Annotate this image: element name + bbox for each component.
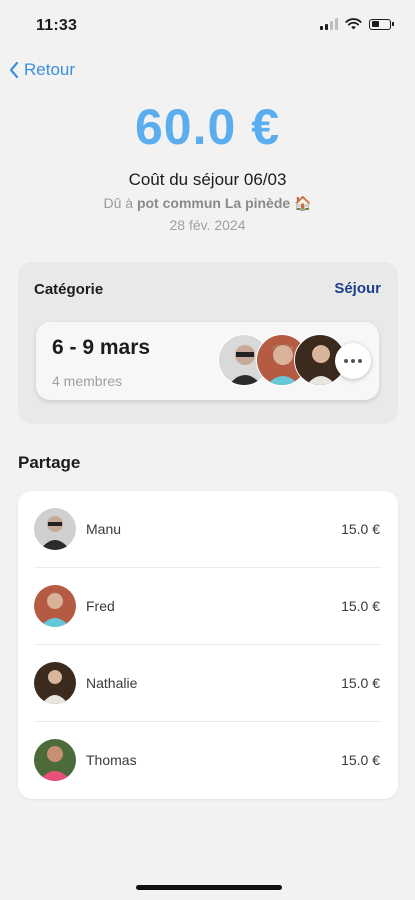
category-value-link[interactable]: Séjour: [334, 280, 381, 297]
share-list: Manu 15.0 € Fred 15.0 € Nathalie 15.0 € …: [18, 491, 398, 799]
due-recipient: pot commun La pinède: [136, 195, 291, 211]
status-time: 11:33: [36, 17, 78, 34]
status-icons: [320, 18, 394, 30]
expense-amount: 60.0 €: [134, 99, 280, 155]
member-name: Nathalie: [86, 675, 138, 691]
status-bar: 11:33: [0, 0, 415, 50]
due-line: Dû à pot commun La pinède 🏠: [0, 195, 415, 212]
stay-card[interactable]: 6 - 9 mars 4 membres: [36, 322, 379, 400]
member-name: Manu: [86, 521, 122, 537]
member-name: Fred: [86, 598, 115, 614]
member-amount: 15.0 €: [341, 675, 380, 691]
avatar: [34, 585, 76, 627]
list-item[interactable]: Thomas 15.0 €: [18, 722, 398, 799]
house-emoji-icon: 🏠: [294, 195, 312, 211]
home-indicator[interactable]: [136, 885, 282, 890]
member-name: Thomas: [86, 752, 137, 768]
expense-date: 28 fév. 2024: [169, 217, 246, 233]
wifi-icon: [345, 18, 362, 30]
category-label: Catégorie: [34, 281, 104, 298]
member-amount: 15.0 €: [341, 521, 380, 537]
stay-member-count: 4 membres: [52, 373, 123, 389]
avatar: [34, 508, 76, 550]
list-item[interactable]: Manu 15.0 €: [18, 491, 398, 568]
due-prefix: Dû à: [103, 195, 137, 211]
cellular-signal-icon: [320, 18, 338, 30]
list-item[interactable]: Nathalie 15.0 €: [18, 645, 398, 722]
stay-dates: 6 - 9 mars: [52, 336, 151, 359]
more-members-button[interactable]: [335, 343, 371, 379]
list-item[interactable]: Fred 15.0 €: [18, 568, 398, 645]
chevron-left-icon: [9, 61, 19, 79]
avatar: [34, 739, 76, 781]
ellipsis-icon: [344, 359, 348, 363]
back-label: Retour: [24, 60, 76, 79]
back-button[interactable]: Retour: [8, 60, 75, 80]
avatar: [34, 662, 76, 704]
category-card: Catégorie Séjour 6 - 9 mars 4 membres: [18, 262, 398, 424]
member-avatar-stack: [218, 334, 378, 388]
share-section-title: Partage: [18, 453, 81, 472]
battery-icon: [369, 18, 394, 30]
expense-title: Coût du séjour 06/03: [128, 170, 287, 189]
member-amount: 15.0 €: [341, 752, 380, 768]
member-amount: 15.0 €: [341, 598, 380, 614]
